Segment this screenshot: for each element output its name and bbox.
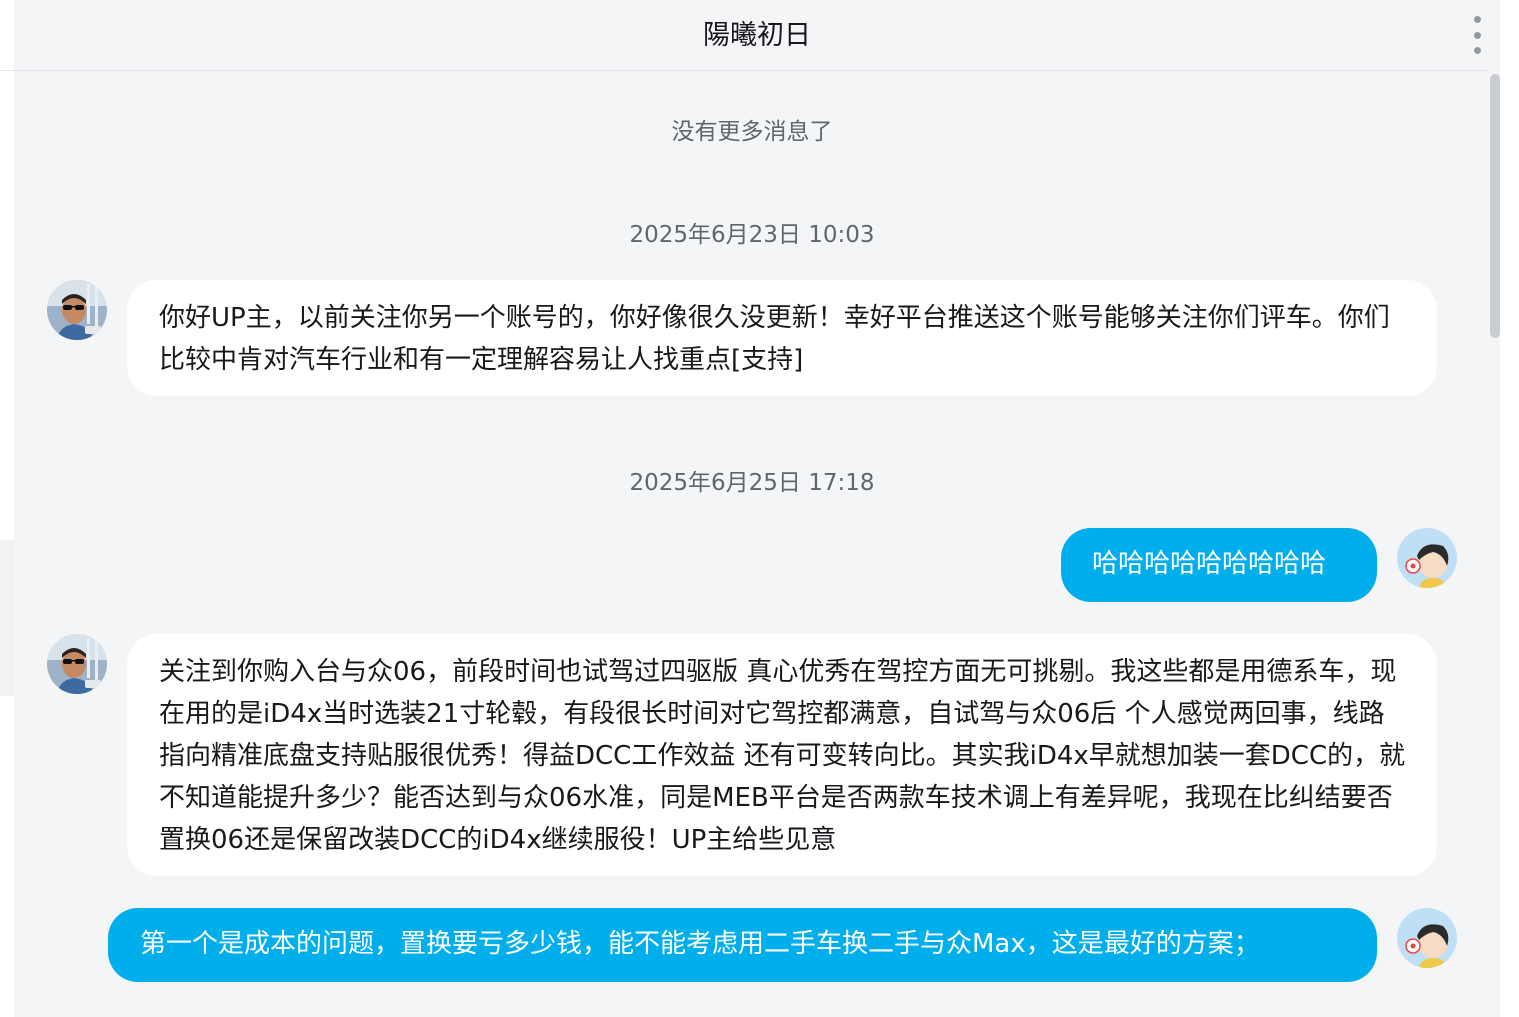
incoming-message-bubble[interactable]: 关注到你购入台与众06，前段时间也试驾过四驱版 真心优秀在驾控方面无可挑剔。我这…	[127, 634, 1437, 876]
divider	[0, 70, 14, 71]
scrollbar[interactable]	[1488, 70, 1500, 1017]
sender-avatar[interactable]	[47, 634, 107, 694]
sender-avatar[interactable]	[47, 280, 107, 340]
no-more-messages: 没有更多消息了	[671, 119, 833, 145]
more-vertical-icon[interactable]	[1468, 16, 1486, 54]
conversation-list-edge	[0, 0, 15, 1017]
selected-conversation-highlight[interactable]	[0, 540, 14, 696]
chat-window: 陽曦初日 没有更多消息了 2025年6月23日 10:03 你好UP主，以前关注…	[14, 0, 1500, 1017]
chat-title: 陽曦初日	[703, 20, 811, 51]
outgoing-message-bubble[interactable]: 哈哈哈哈哈哈哈哈哈	[1061, 528, 1377, 602]
my-avatar[interactable]	[1397, 908, 1457, 968]
incoming-message-bubble[interactable]: 你好UP主，以前关注你另一个账号的，你好像很久没更新！幸好平台推送这个账号能够关…	[127, 280, 1437, 396]
scrollbar-thumb[interactable]	[1490, 74, 1500, 338]
outgoing-message-bubble[interactable]: 第一个是成本的问题，置换要亏多少钱，能不能考虑用二手车换二手与众Max，这是最好…	[108, 908, 1377, 982]
message-timestamp: 2025年6月23日 10:03	[629, 222, 875, 248]
chat-header: 陽曦初日	[14, 0, 1500, 71]
my-avatar[interactable]	[1397, 528, 1457, 588]
message-timestamp: 2025年6月25日 17:18	[629, 470, 875, 496]
